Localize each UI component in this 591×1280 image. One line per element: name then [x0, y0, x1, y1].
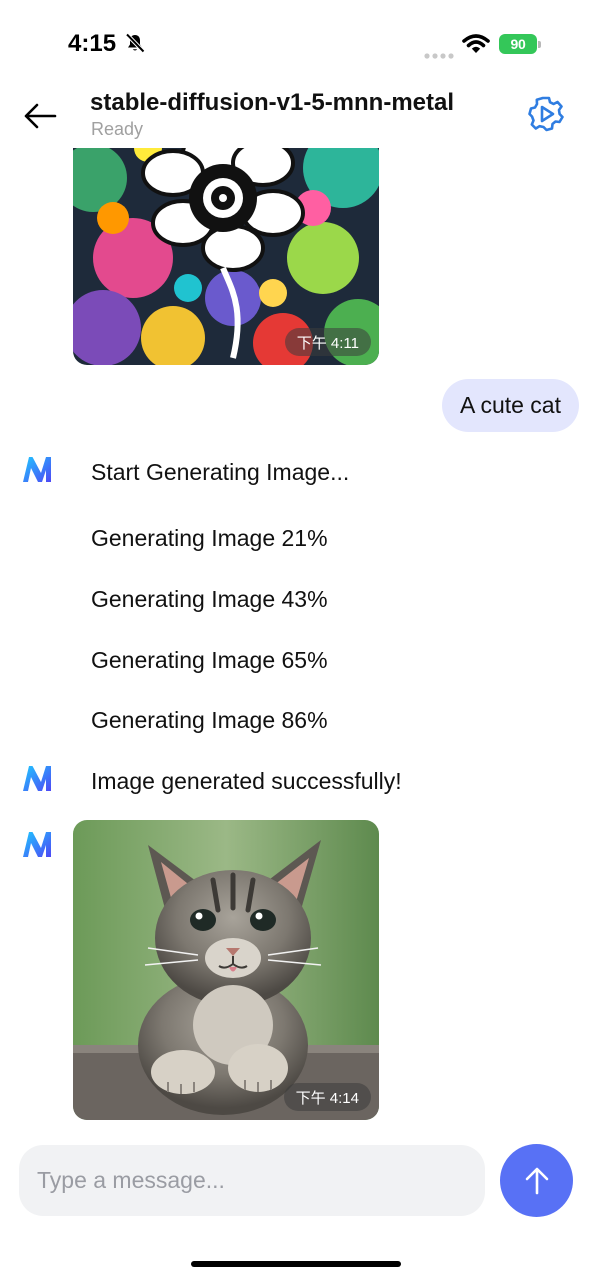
bell-slash-icon	[124, 32, 146, 59]
bot-message-progress: Generating Image 86%	[91, 707, 328, 733]
bot-message-progress: Generating Image 43%	[91, 586, 328, 612]
battery-icon: 90	[499, 34, 537, 54]
message-input[interactable]	[19, 1145, 485, 1216]
generated-image-flower[interactable]: 下午 4:11	[73, 148, 379, 365]
message-input-container	[19, 1145, 485, 1216]
wifi-icon	[462, 33, 490, 60]
message-timestamp: 下午 4:14	[283, 1083, 371, 1111]
arrow-left-icon	[24, 103, 57, 129]
bot-message-success: Image generated successfully!	[91, 768, 402, 794]
bot-message-progress: Generating Image 65%	[91, 647, 328, 673]
bot-message-progress: Generating Image 21%	[91, 525, 328, 551]
back-button[interactable]	[20, 96, 60, 136]
cellular-signal-icon	[424, 46, 454, 64]
chat-header: stable-diffusion-v1-5-mnn-metal Ready	[0, 88, 591, 148]
settings-button[interactable]	[526, 94, 566, 134]
message-timestamp: 下午 4:11	[284, 328, 371, 356]
cat-photo	[73, 820, 379, 1120]
generated-image-cat[interactable]: 下午 4:14	[73, 820, 379, 1120]
bot-avatar-icon	[23, 766, 51, 791]
model-status: Ready	[91, 119, 144, 139]
bot-avatar-icon	[23, 457, 51, 482]
status-bar: 4:15 90	[0, 0, 591, 88]
status-time: 4:15	[68, 30, 117, 57]
gear-icon	[528, 96, 564, 132]
user-message-bubble: A cute cat	[441, 379, 579, 432]
model-title: stable-diffusion-v1-5-mnn-metal	[90, 89, 455, 116]
chat-messages: 下午 4:11 A cute cat Start Generating Imag…	[0, 148, 591, 1128]
arrow-up-icon	[525, 1167, 548, 1194]
battery-cap	[538, 41, 541, 48]
bot-avatar-icon	[23, 832, 51, 857]
bot-message-start: Start Generating Image...	[91, 459, 350, 485]
send-button[interactable]	[500, 1144, 573, 1217]
home-indicator	[191, 1261, 401, 1267]
chat-screen: 4:15 90 stable-diffusion-v1-5-mnn-metal …	[0, 0, 591, 1280]
